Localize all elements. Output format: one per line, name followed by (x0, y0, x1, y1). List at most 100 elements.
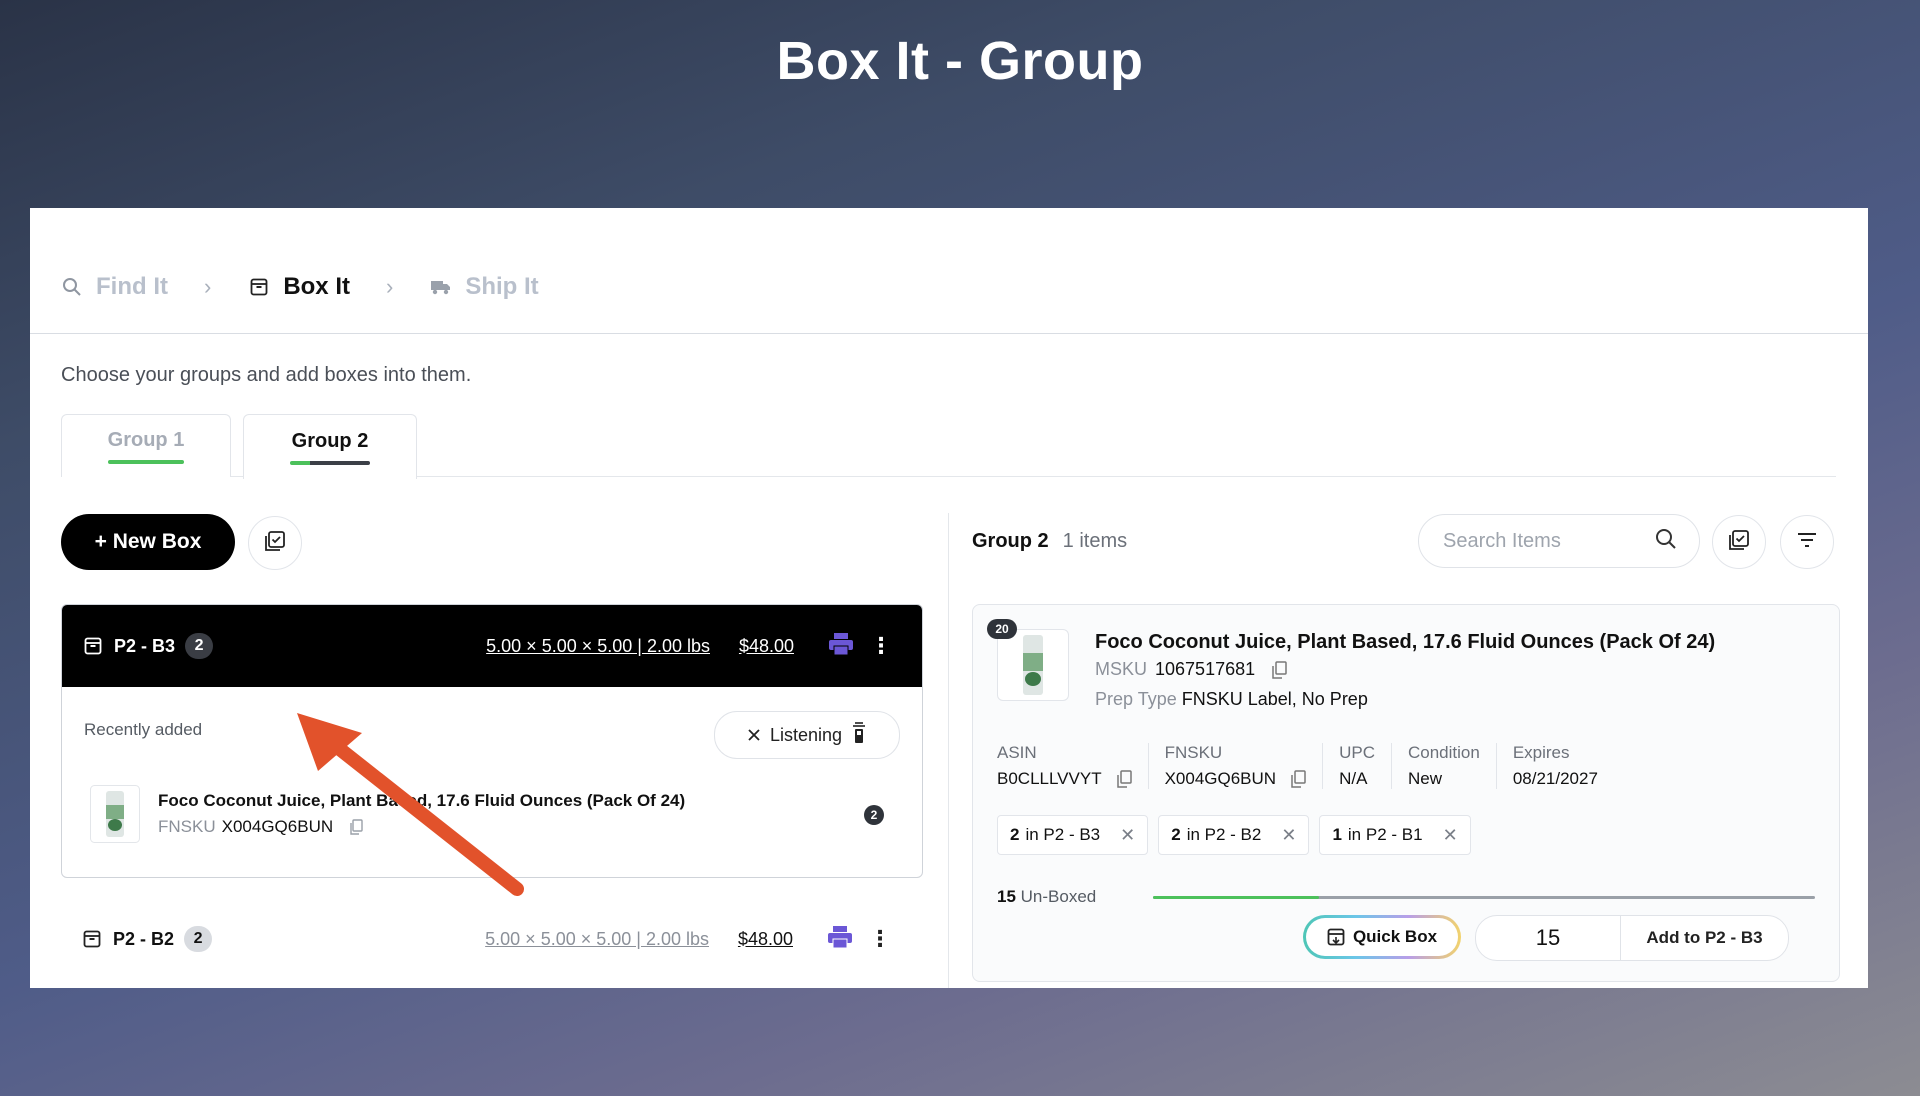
filter-icon (1797, 532, 1817, 553)
chip-qty: 2 (1010, 825, 1020, 844)
printer-icon[interactable] (828, 632, 854, 661)
scanner-icon (852, 721, 866, 749)
chip-text: in P2 - B3 (1025, 825, 1101, 844)
attr-value: 08/21/2027 (1512, 769, 1598, 788)
attr-key: UPC (1339, 743, 1375, 762)
search-icon[interactable] (1655, 528, 1677, 555)
slide-title: Box It - Group (776, 31, 1144, 91)
add-qty-input[interactable] (1476, 916, 1621, 960)
item-qty-badge: 2 (864, 805, 884, 825)
group-name: Group 2 (972, 530, 1049, 552)
box-dimensions-link[interactable]: 5.00 × 5.00 × 5.00 | 2.00 lbs (485, 929, 709, 950)
box-item-count-badge: 2 (184, 926, 213, 952)
box-price-link[interactable]: $48.00 (738, 929, 793, 950)
tab-progress-bar (108, 459, 184, 464)
box-icon (247, 275, 271, 299)
unboxed-qty: 15 (997, 887, 1016, 906)
allocation-chip[interactable]: 2 in P2 - B2 ✕ (1158, 815, 1310, 855)
tab-group-2[interactable]: Group 2 (243, 414, 417, 479)
fnsku-label: FNSKU (158, 817, 216, 836)
more-options-icon[interactable]: ⋮ (870, 633, 892, 659)
breadcrumb-label: Find It (96, 273, 168, 300)
box-dimensions-link[interactable]: 5.00 × 5.00 × 5.00 | 2.00 lbs (486, 636, 710, 657)
attr-value: X004GQ6BUN (1164, 769, 1277, 788)
listening-label: Listening (769, 724, 843, 745)
search-input[interactable] (1441, 528, 1635, 554)
search-icon (60, 275, 84, 299)
chip-qty: 1 (1332, 825, 1342, 844)
box-name: P2 - B2 (113, 928, 175, 949)
product-thumbnail (90, 785, 140, 843)
box-price-link[interactable]: $48.00 (739, 636, 794, 657)
breadcrumb: Find It › Box It › Ship It (60, 273, 539, 301)
page-subtitle: Choose your groups and add boxes into th… (61, 364, 472, 386)
attr-key: FNSKU (1164, 743, 1223, 762)
allocation-chip[interactable]: 2 in P2 - B3 ✕ (997, 815, 1149, 855)
box-icon (84, 637, 102, 655)
printer-icon[interactable] (827, 925, 853, 954)
column-divider (948, 513, 949, 988)
breadcrumb-ship-it[interactable]: Ship It (429, 273, 539, 301)
chevron-right-icon: › (385, 274, 394, 299)
box-card-p2-b2[interactable]: P2 - B2 2 5.00 × 5.00 × 5.00 | 2.00 lbs … (61, 898, 921, 980)
chevron-right-icon: › (203, 274, 212, 299)
boxing-progress-fill (1153, 896, 1319, 899)
attr-fnsku: FNSKU X004GQ6BUN (1165, 743, 1324, 789)
product-attributes: ASIN B0CLLLVVYT FNSKU X004GQ6BUN UPC N/A… (997, 743, 1630, 789)
product-msku: MSKU 1067517681 (1095, 659, 1287, 680)
chip-qty: 2 (1171, 825, 1181, 844)
select-all-items-button[interactable] (1712, 515, 1766, 569)
attr-upc: UPC N/A (1339, 743, 1392, 789)
add-to-box-button[interactable]: Add to P2 - B3 (1621, 916, 1788, 960)
copy-icon[interactable] (1116, 770, 1132, 788)
close-icon[interactable]: ✕ (1120, 825, 1135, 846)
attr-condition: Condition New (1408, 743, 1497, 789)
quick-box-button[interactable]: Quick Box (1303, 915, 1461, 959)
breadcrumb-label: Ship It (465, 273, 539, 300)
checklist-icon (264, 530, 286, 557)
attr-key: ASIN (997, 743, 1037, 762)
box-item-count-badge: 2 (185, 633, 214, 659)
tab-label: Group 1 (107, 428, 185, 451)
listening-button[interactable]: Listening (714, 711, 900, 759)
product-title: Foco Coconut Juice, Plant Based, 17.6 Fl… (1095, 631, 1716, 653)
copy-icon[interactable] (1271, 660, 1287, 679)
breadcrumb-box-it[interactable]: Box It (247, 273, 350, 301)
breadcrumb-find-it[interactable]: Find It (60, 273, 168, 301)
add-to-box-group: Add to P2 - B3 (1475, 915, 1789, 961)
close-icon (748, 725, 760, 746)
truck-icon (429, 275, 453, 299)
more-options-icon[interactable]: ⋮ (869, 926, 891, 952)
unboxed-count: 15 Un-Boxed (997, 887, 1096, 907)
annotation-arrow-icon (297, 713, 524, 896)
search-box[interactable] (1418, 514, 1700, 568)
app-panel: Find It › Box It › Ship It Choose your g… (30, 208, 1868, 988)
prep-value: FNSKU Label, No Prep (1181, 689, 1368, 709)
tab-group-1[interactable]: Group 1 (61, 414, 231, 477)
attr-asin: ASIN B0CLLLVVYT (997, 743, 1149, 789)
allocation-chip[interactable]: 1 in P2 - B1 ✕ (1319, 815, 1471, 855)
attr-value: N/A (1339, 769, 1368, 788)
attr-value: B0CLLLVVYT (997, 769, 1102, 788)
copy-icon[interactable] (1290, 770, 1306, 788)
header-divider (30, 333, 1868, 334)
product-prep-type: Prep Type FNSKU Label, No Prep (1095, 689, 1368, 710)
close-icon[interactable]: ✕ (1281, 825, 1296, 846)
box-icon (83, 930, 101, 948)
box-header[interactable]: P2 - B3 2 5.00 × 5.00 × 5.00 | 2.00 lbs … (62, 605, 922, 687)
product-card[interactable]: 20 Foco Coconut Juice, Plant Based, 17.6… (972, 604, 1840, 982)
attr-value-row: B0CLLLVVYT (997, 769, 1132, 789)
group-tabs: Group 1 Group 2 (61, 414, 429, 479)
product-qty-badge: 20 (987, 619, 1017, 639)
new-box-button[interactable]: + New Box (61, 514, 235, 570)
breadcrumb-label: Box It (283, 273, 350, 300)
prep-label: Prep Type (1095, 689, 1177, 709)
select-all-button[interactable] (248, 516, 302, 570)
close-icon[interactable]: ✕ (1443, 825, 1458, 846)
checklist-icon (1728, 529, 1750, 556)
quick-box-icon (1327, 928, 1345, 946)
tab-label: Group 2 (291, 429, 369, 452)
chip-text: in P2 - B2 (1186, 825, 1262, 844)
attr-value: New (1407, 769, 1442, 788)
filter-button[interactable] (1780, 515, 1834, 569)
